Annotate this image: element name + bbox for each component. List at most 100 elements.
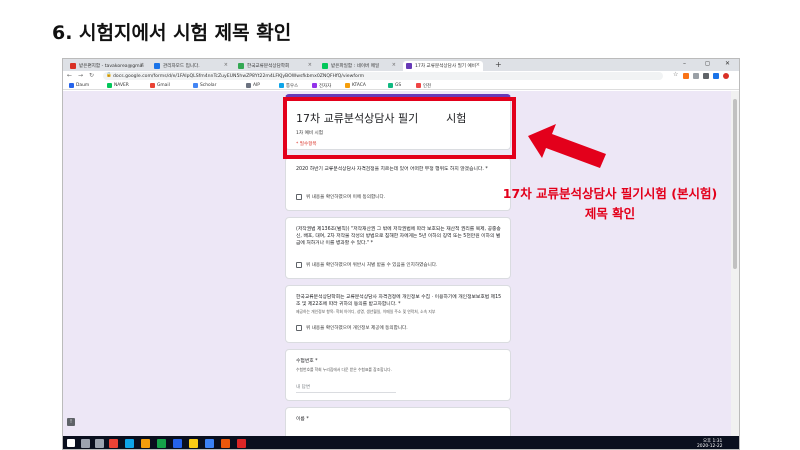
clock-date: 2020-12-22	[697, 444, 723, 449]
back-button[interactable]: ←	[67, 72, 72, 79]
bookmark-label: 인천	[423, 83, 432, 89]
tab-label: 한국교류분석상담학회	[247, 64, 290, 69]
maximize-button[interactable]: ◻	[705, 60, 710, 67]
reload-button[interactable]: ↻	[89, 72, 94, 79]
bookmark-label: Daum	[76, 82, 90, 88]
forward-button[interactable]: →	[78, 72, 83, 79]
ext-puzzle[interactable]	[703, 72, 709, 79]
bookmark-favicon-icon	[193, 83, 198, 88]
feedback-icon[interactable]: !	[67, 418, 75, 426]
bookmark-item[interactable]: KTACA	[345, 83, 366, 88]
search-icon[interactable]	[81, 439, 90, 448]
annotation-line-2: 제목 확인	[584, 206, 636, 221]
hangul-icon[interactable]	[205, 439, 214, 448]
annotation-line-1: 17차 교류분석상담사 필기시험 (본시험)	[502, 186, 718, 201]
agree-checkbox[interactable]: 위 내용을 확인하였으며 위반시 처벌 받을 수 있음을 인지하였습니다.	[296, 262, 437, 268]
browser-tab[interactable]: 받은편지함 - tavakorea@gmai ×	[67, 61, 147, 71]
task-view-icon[interactable]	[95, 439, 104, 448]
app-icon[interactable]	[237, 439, 246, 448]
form-subtitle: 1차 예비 시험	[296, 131, 323, 136]
form-header-card: 17차 교류분석상담사 필기 시험 1차 예비 시험 * 필수항목	[285, 94, 511, 150]
annotation-text: 17차 교류분석상담사 필기시험 (본시험) 제목 확인	[470, 184, 750, 224]
bookmark-favicon-icon	[69, 83, 74, 88]
question-card: (저작권법 제136조(벌칙)) "저작재산권 그 밖에 저작권법에 따라 보호…	[285, 217, 511, 279]
agree-checkbox[interactable]: 위 내용을 확인하였으며 개인정보 제공에 동의합니다.	[296, 325, 408, 331]
close-window-button[interactable]: ✕	[725, 60, 730, 67]
bookmark-label: KTACA	[352, 82, 366, 88]
minimize-button[interactable]: –	[683, 60, 686, 67]
exam-number-input[interactable]: 내 답변	[296, 384, 396, 393]
browser-tab[interactable]: 받은파일함 : 네이버 메일 ×	[319, 61, 399, 71]
browser-screenshot: + – ◻ ✕ 받은편지함 - tavakorea@gmai × 관리자모드 입니다…	[62, 58, 740, 450]
checkbox-box[interactable]	[296, 194, 302, 200]
tab-favicon-icon	[406, 63, 412, 69]
question-text: 2020 하반기 교류분석상담사 자격검정을 치르는데 있어 어떠한 부정 행위…	[296, 167, 488, 172]
bookmark-item[interactable]: 통우스	[279, 83, 298, 89]
bookmark-item[interactable]: 전자자	[312, 83, 331, 89]
ext-blue[interactable]	[713, 72, 719, 79]
close-tab-icon[interactable]: ×	[476, 62, 480, 68]
bookmark-favicon-icon	[107, 83, 112, 88]
form-page: 17차 교류분석상담사 필기 시험 1차 예비 시험 * 필수항목 2020 하…	[63, 91, 733, 436]
kakaotalk-icon[interactable]	[189, 439, 198, 448]
name-label: 이름 *	[296, 417, 309, 422]
bookmark-favicon-icon	[246, 83, 251, 88]
exam-number-label: 수험번호 *	[296, 359, 318, 364]
new-tab-button[interactable]: +	[495, 60, 502, 69]
bookmark-item[interactable]: Scholar	[193, 83, 216, 88]
checkbox-label: 위 내용을 확인하였으며 위반시 처벌 받을 수 있음을 인지하였습니다.	[306, 263, 438, 268]
bookmark-favicon-icon	[345, 83, 350, 88]
ext-gray[interactable]	[693, 72, 699, 79]
bookmark-favicon-icon	[279, 83, 284, 88]
ext-orange[interactable]	[683, 72, 689, 79]
browser-tab[interactable]: 관리자모드 입니다. ×	[151, 61, 231, 71]
question-note: 제공하는 개인정보 항목: 학회 아이디, 성명, 생년월일, 이메일 주소 및…	[296, 309, 436, 314]
powerpoint-icon[interactable]	[221, 439, 230, 448]
bookmark-item[interactable]: Gmail	[150, 83, 170, 88]
close-tab-icon[interactable]: ×	[224, 62, 228, 68]
question-card: 한국교류분석상담학회는 교류분석상담사 자격검정에 개인정보 수집 · 이용하기…	[285, 285, 511, 343]
star-icon[interactable]: ☆	[673, 71, 679, 78]
tab-strip: + – ◻ ✕ 받은편지함 - tavakorea@gmai × 관리자모드 입니다…	[63, 59, 739, 71]
bookmark-item[interactable]: NAVER	[107, 83, 129, 88]
name-card: 이름 *	[285, 407, 511, 436]
bookmark-label: Scholar	[200, 82, 217, 88]
profile-avatar[interactable]	[723, 72, 729, 79]
excel-icon[interactable]	[157, 439, 166, 448]
browser-toolbar: ← → ↻ 🔒 docs.google.com/forms/d/e/1FAIpQ…	[63, 71, 739, 81]
checkbox-box[interactable]	[296, 262, 302, 268]
exam-number-hint: 수험번호를 학회 누리집에서 다운 받은 수험표를 참조합니다.	[296, 367, 392, 372]
bookmark-label: 전자자	[319, 83, 332, 89]
bookmark-label: NAVER	[114, 82, 129, 88]
question-text: 한국교류분석상담학회는 교류분석상담사 자격검정에 개인정보 수집 · 이용하기…	[296, 295, 502, 307]
windows-start-icon[interactable]	[67, 439, 75, 447]
tab-favicon-icon	[322, 63, 328, 69]
bookmark-label: AIP	[253, 82, 260, 88]
explorer-icon[interactable]	[141, 439, 150, 448]
edge-icon[interactable]	[125, 439, 134, 448]
bookmark-item[interactable]: 인천	[416, 83, 431, 89]
page-scrollbar[interactable]	[731, 91, 739, 436]
bookmark-item[interactable]: Daum	[69, 83, 89, 88]
browser-tab[interactable]: 17차 교류분석상담사 필기 예비 ×	[403, 61, 483, 71]
lock-icon: 🔒	[106, 73, 112, 78]
question-text: (저작권법 제136조(벌칙)) "저작재산권 그 밖에 저작권법에 따라 보호…	[296, 227, 501, 246]
chrome-icon[interactable]	[109, 439, 118, 448]
checkbox-box[interactable]	[296, 325, 302, 331]
required-note: * 필수항목	[296, 142, 317, 147]
bookmark-item[interactable]: GS	[388, 83, 401, 88]
bookmark-item[interactable]: AIP	[246, 83, 260, 88]
browser-tab[interactable]: 한국교류분석상담학회 ×	[235, 61, 315, 71]
checkbox-label: 위 내용을 확인하였으며 개인정보 제공에 동의합니다.	[306, 326, 408, 331]
form-title: 17차 교류분석상담사 필기 시험	[296, 112, 467, 125]
agree-checkbox[interactable]: 위 내용을 확인하였으며 이에 동의합니다.	[296, 194, 385, 200]
close-tab-icon[interactable]: ×	[140, 62, 144, 68]
word-icon[interactable]	[173, 439, 182, 448]
close-tab-icon[interactable]: ×	[392, 62, 396, 68]
bookmark-favicon-icon	[388, 83, 393, 88]
bookmark-favicon-icon	[150, 83, 155, 88]
close-tab-icon[interactable]: ×	[308, 62, 312, 68]
tab-favicon-icon	[238, 63, 244, 69]
address-bar[interactable]: 🔒 docs.google.com/forms/d/e/1FAIpQLSfm4n…	[103, 72, 663, 80]
tab-label: 받은편지함 - tavakorea@gmai	[79, 64, 144, 69]
